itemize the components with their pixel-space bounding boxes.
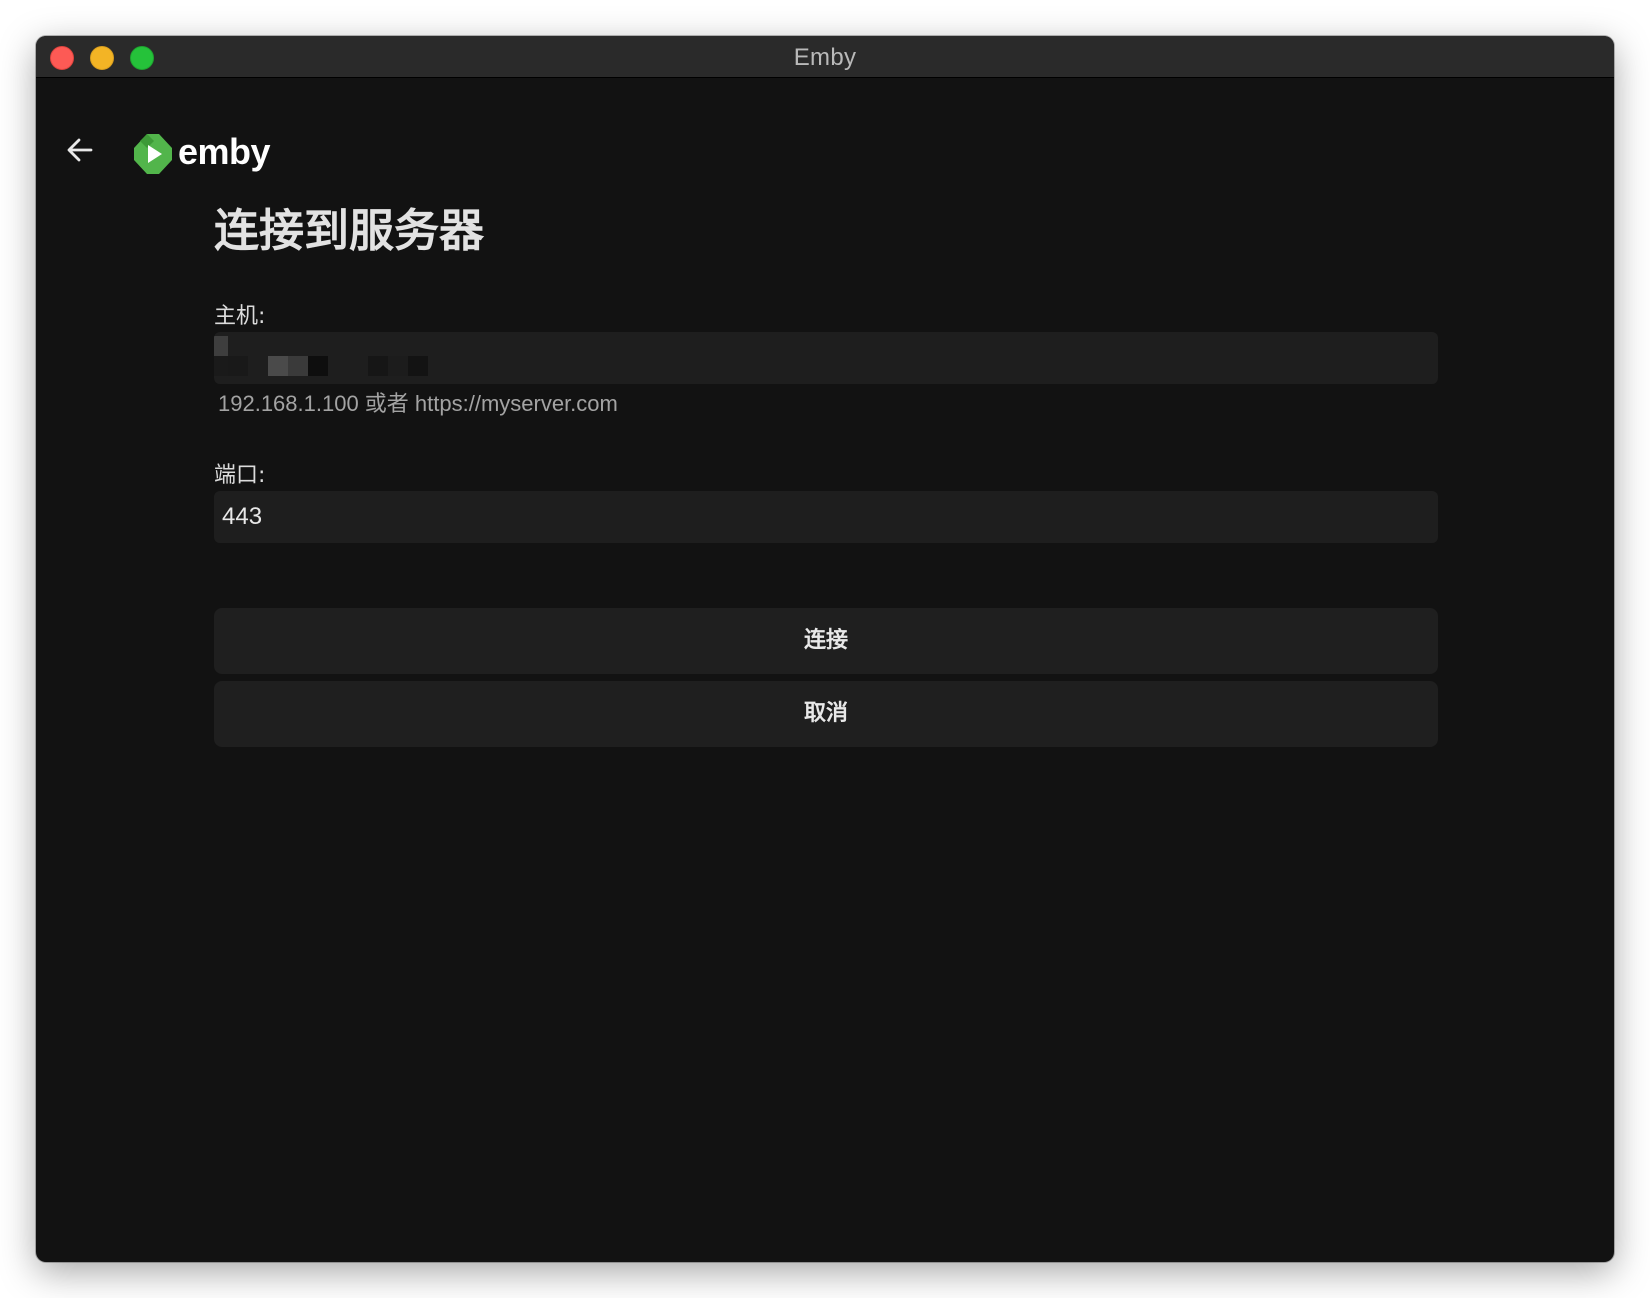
host-hint: 192.168.1.100 或者 https://myserver.com [218,391,618,416]
cancel-button[interactable]: 取消 [214,681,1438,747]
page-title: 连接到服务器 [214,204,485,257]
app-window: Emby emby 连接到服务器 主机: 192.168.1.100 或者 ht… [36,36,1614,1262]
emby-logo: emby [130,131,271,176]
port-input[interactable]: 443 [214,491,1438,543]
emby-logo-icon [134,134,172,174]
redacted-host-value [214,332,454,384]
host-label: 主机: [214,304,266,329]
title-bar: Emby [36,36,1614,78]
host-input[interactable] [214,332,1438,384]
connect-button[interactable]: 连接 [214,608,1438,674]
arrow-left-icon [67,138,93,162]
port-label: 端口: [214,463,266,488]
logo-text: emby [178,131,271,172]
window-title: Emby [793,44,857,71]
back-button[interactable] [60,130,100,170]
